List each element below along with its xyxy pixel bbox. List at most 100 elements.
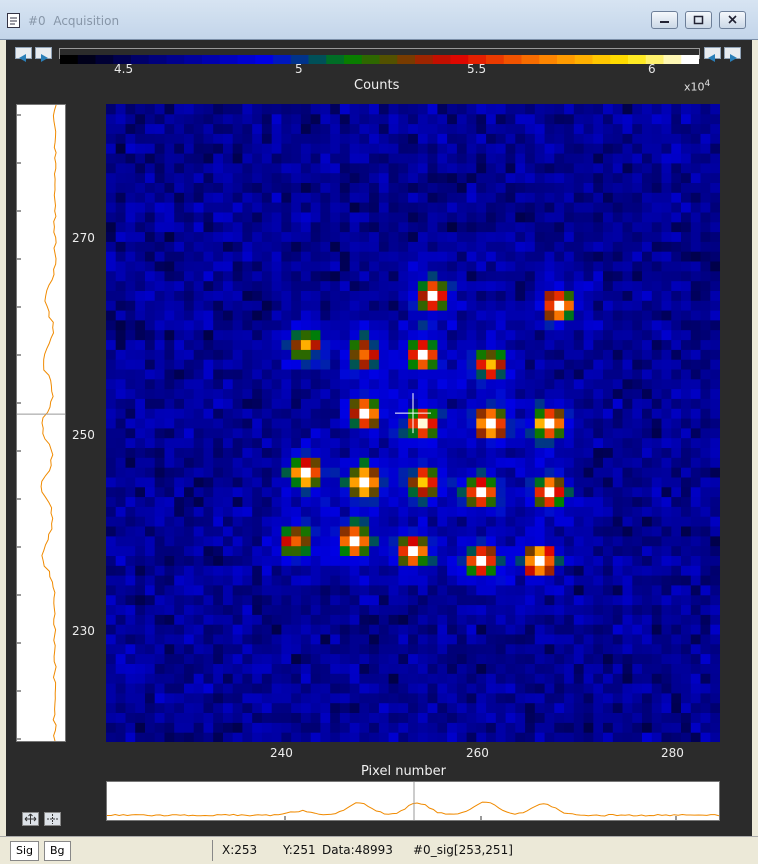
image-pixel <box>115 251 126 262</box>
colorbar-max-right-button[interactable] <box>724 47 741 62</box>
image-pixel <box>232 359 243 370</box>
zoom-button[interactable] <box>44 812 61 826</box>
colorbar-min-left-button[interactable] <box>15 47 32 62</box>
image-pixel <box>632 585 643 596</box>
image-pixel <box>106 732 117 742</box>
image-pixel <box>564 339 575 350</box>
image-pixel <box>534 545 545 556</box>
image-plot-area[interactable] <box>106 104 720 742</box>
image-pixel <box>339 683 351 694</box>
horizontal-profile-plot[interactable] <box>106 781 720 821</box>
image-pixel <box>564 555 575 566</box>
image-pixel <box>583 486 594 498</box>
image-pixel <box>437 349 448 360</box>
image-pixel <box>564 408 575 419</box>
image-pixel <box>164 722 175 733</box>
image-pixel <box>271 231 282 242</box>
image-pixel <box>710 113 720 125</box>
image-pixel <box>612 722 623 733</box>
image-pixel <box>184 506 195 517</box>
pan-button[interactable] <box>22 812 39 826</box>
image-pixel <box>115 300 126 311</box>
image-pixel <box>456 378 468 390</box>
image-pixel <box>700 241 711 252</box>
image-pixel <box>515 241 526 252</box>
image-pixel <box>681 408 692 419</box>
minimize-button[interactable] <box>651 11 678 29</box>
image-pixel <box>583 565 594 576</box>
image-pixel <box>710 477 720 488</box>
image-pixel <box>690 241 701 252</box>
image-pixel <box>388 506 399 517</box>
image-pixel <box>223 378 234 390</box>
image-pixel <box>544 447 555 458</box>
image-pixel <box>700 643 711 655</box>
image-pixel <box>427 643 438 655</box>
image-pixel <box>690 516 701 527</box>
image-pixel <box>681 290 692 301</box>
image-pixel <box>700 133 711 144</box>
image-pixel <box>193 329 204 341</box>
image-pixel <box>398 427 409 439</box>
image-pixel <box>427 359 438 370</box>
image-pixel <box>661 506 672 517</box>
image-pixel <box>242 261 253 272</box>
vertical-profile-plot[interactable] <box>16 104 66 742</box>
image-pixel <box>213 653 224 664</box>
image-pixel <box>223 418 234 429</box>
image-pixel <box>603 261 614 272</box>
colorbar-max-left-button[interactable] <box>704 47 721 62</box>
image-pixel <box>515 319 526 331</box>
colorbar[interactable] <box>59 48 700 64</box>
image-pixel <box>651 526 662 537</box>
window-title-bar[interactable]: #0 Acquisition <box>0 0 758 40</box>
image-pixel <box>417 133 429 144</box>
image-pixel <box>261 526 273 537</box>
colorbar-min-right-button[interactable] <box>35 47 52 62</box>
image-pixel <box>398 378 409 390</box>
image-pixel <box>534 182 545 193</box>
image-pixel <box>398 555 409 566</box>
image-pixel <box>554 663 565 674</box>
colorbar-tick-label: 4.5 <box>114 62 134 76</box>
image-pixel <box>534 506 545 517</box>
image-pixel <box>106 486 117 498</box>
image-pixel <box>115 113 126 125</box>
image-pixel <box>349 162 360 174</box>
image-pixel <box>106 310 117 321</box>
image-pixel <box>310 506 321 517</box>
image-pixel <box>515 202 526 213</box>
image-pixel <box>232 634 243 645</box>
image-pixel <box>193 153 204 164</box>
image-pixel <box>456 133 468 144</box>
image-pixel <box>612 565 623 576</box>
image-pixel <box>349 702 360 713</box>
image-pixel <box>681 585 692 596</box>
image-pixel <box>593 369 604 380</box>
image-pixel <box>320 565 331 576</box>
image-pixel <box>213 624 224 635</box>
image-pixel <box>281 261 292 272</box>
tab-bg[interactable]: Bg <box>44 841 71 861</box>
image-pixel <box>203 212 214 223</box>
image-pixel <box>661 153 672 164</box>
image-pixel <box>388 594 399 606</box>
close-button[interactable] <box>719 11 746 29</box>
image-pixel <box>339 732 351 742</box>
image-pixel <box>583 310 594 321</box>
image-pixel <box>476 182 487 193</box>
image-pixel <box>534 378 545 390</box>
image-pixel <box>271 408 282 419</box>
image-pixel <box>320 369 331 380</box>
image-pixel <box>554 369 565 380</box>
image-pixel <box>603 241 614 252</box>
image-pixel <box>378 506 390 517</box>
image-pixel <box>573 182 584 193</box>
image-pixel <box>447 624 458 635</box>
image-pixel <box>193 172 204 183</box>
tab-sig[interactable]: Sig <box>10 841 40 861</box>
maximize-button[interactable] <box>685 11 712 29</box>
image-pixel <box>495 408 506 419</box>
image-pixel <box>612 408 623 419</box>
image-pixel <box>223 467 234 478</box>
